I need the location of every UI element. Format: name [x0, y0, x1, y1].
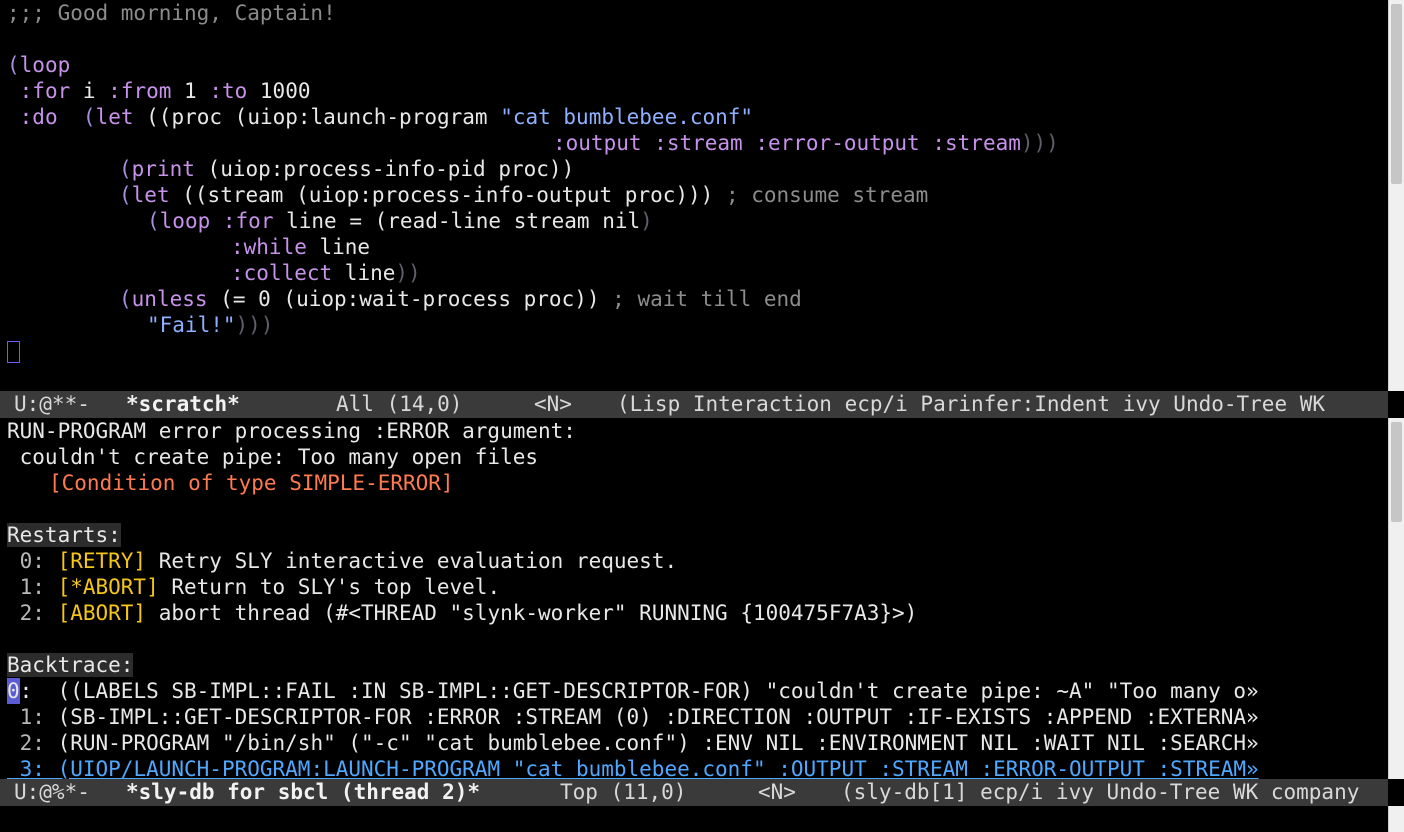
- restart-tag-abort-top: [*ABORT]: [57, 575, 159, 599]
- buffer-position: Top (11,0): [560, 780, 687, 804]
- buffer-state: U:@%*-: [14, 780, 90, 804]
- backtrace-frame[interactable]: 1: (SB-IMPL::GET-DESCRIPTOR-FOR :ERROR :…: [7, 704, 1259, 730]
- code-line-2: :for i :from 1 :to 1000: [19, 79, 311, 103]
- code-line-3: :do (let ((proc (uiop:launch-program "ca…: [19, 105, 754, 129]
- restart-tag-retry: [RETRY]: [57, 549, 147, 573]
- evil-state: <N>: [758, 780, 796, 804]
- scratch-mode-line: U:@**- *scratch* All (14,0) <N> (Lisp In…: [0, 391, 1388, 418]
- code-line-7: (loop :for line = (read-line stream nil): [147, 209, 653, 233]
- buffer-state: U:@**-: [14, 392, 90, 416]
- sly-db-scrollbar[interactable]: [1388, 418, 1404, 779]
- code-line-6: (let ((stream (uiop:process-info-output …: [119, 183, 929, 207]
- greeting-comment: ;;; Good morning, Captain!: [7, 1, 336, 25]
- echo-area[interactable]: [0, 806, 1388, 832]
- backtrace-frame[interactable]: 3: (UIOP/LAUNCH-PROGRAM:LAUNCH-PROGRAM "…: [7, 756, 1259, 779]
- buffer-name[interactable]: *scratch*: [126, 391, 240, 418]
- scratch-scrollbar[interactable]: [1388, 0, 1404, 391]
- code-line-11: "Fail!"))): [147, 313, 274, 337]
- code-line-5: (print (uiop:process-info-pid proc)): [119, 157, 575, 181]
- mode-list[interactable]: (sly-db[1] ecp/i ivy Undo-Tree WK compan…: [841, 779, 1359, 806]
- code-line-10: (unless (= 0 (uiop:wait-process proc)) ;…: [119, 287, 802, 311]
- echo-scrollbar: [1388, 806, 1404, 832]
- sly-db-window[interactable]: RUN-PROGRAM error processing :ERROR argu…: [0, 418, 1388, 779]
- backtrace-frame[interactable]: 0: ((LABELS SB-IMPL::FAIL :IN SB-IMPL::G…: [7, 678, 1259, 704]
- restart-item[interactable]: 1: [*ABORT] Return to SLY's top level.: [7, 574, 500, 600]
- code-line-8: :while line: [231, 235, 371, 259]
- restart-tag-abort-thread: [ABORT]: [57, 601, 147, 625]
- restart-item[interactable]: 0: [RETRY] Retry SLY interactive evaluat…: [7, 548, 677, 574]
- restarts-heading: Restarts:: [7, 523, 121, 547]
- scratch-scrollbar-thumb[interactable]: [1391, 4, 1402, 184]
- code-line-4: :output :stream :error-output :stream))): [553, 131, 1059, 155]
- error-message: RUN-PROGRAM error processing :ERROR argu…: [7, 419, 576, 443]
- sly-db-scrollbar-thumb[interactable]: [1391, 422, 1402, 522]
- scratch-buffer-window[interactable]: ;;; Good morning, Captain! (loop :for i …: [0, 0, 1388, 391]
- code-line-1: (loop: [7, 53, 71, 77]
- text-cursor-icon: [7, 341, 20, 363]
- buffer-name[interactable]: *sly-db for sbcl (thread 2)*: [126, 779, 480, 806]
- error-detail: couldn't create pipe: Too many open file…: [7, 445, 539, 469]
- backtrace-heading: Backtrace:: [7, 653, 134, 677]
- sly-db-mode-line: U:@%*- *sly-db for sbcl (thread 2)* Top …: [0, 779, 1388, 806]
- evil-state: <N>: [534, 392, 572, 416]
- restart-item[interactable]: 2: [ABORT] abort thread (#<THREAD "slynk…: [7, 600, 918, 626]
- point-cursor: 0: [7, 678, 20, 704]
- condition-type: [Condition of type SIMPLE-ERROR]: [49, 471, 454, 495]
- mode-list[interactable]: (Lisp Interaction ecp/i Parinfer:Indent …: [617, 391, 1325, 418]
- backtrace-frame[interactable]: 2: (RUN-PROGRAM "/bin/sh" ("-c" "cat bum…: [7, 730, 1259, 756]
- buffer-position: All (14,0): [336, 392, 463, 416]
- scratch-cursor[interactable]: [7, 338, 20, 364]
- code-line-9: :collect line)): [231, 261, 421, 285]
